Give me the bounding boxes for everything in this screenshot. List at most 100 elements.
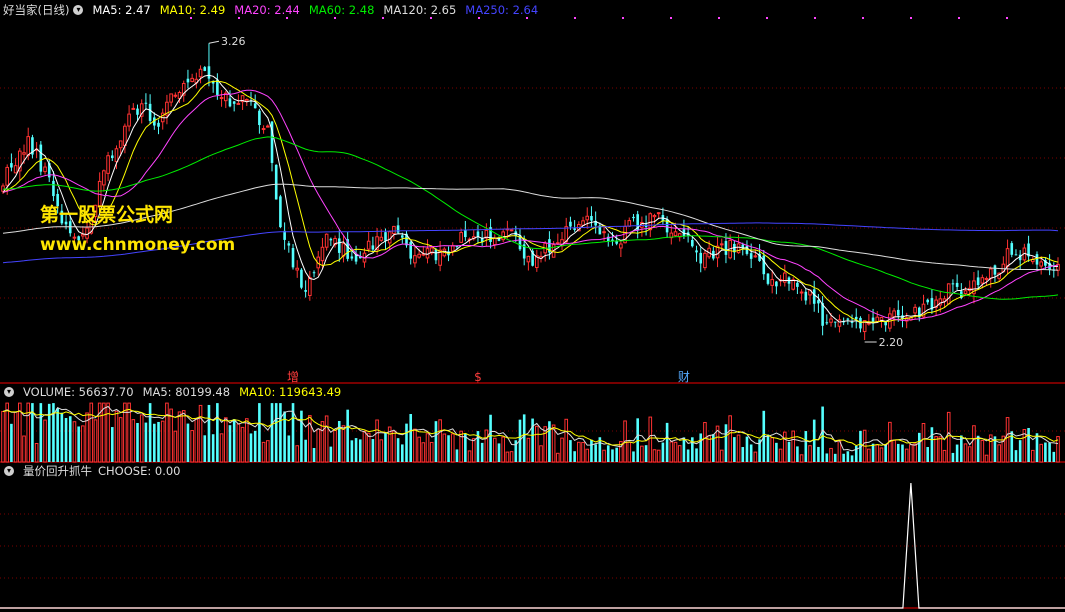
candle-up [387, 231, 392, 244]
volume-bar-up [946, 411, 951, 463]
volume-bar-up [392, 430, 396, 463]
volume-bar-down [569, 440, 572, 462]
candle-down [279, 196, 282, 228]
volume-bar-up [240, 426, 245, 463]
volume-bar-up [223, 417, 228, 463]
volume-bar-up [341, 425, 346, 463]
volume-bar-down [766, 434, 770, 462]
candle-down [691, 240, 694, 247]
volume-bar-up [577, 441, 581, 463]
candle-up [585, 215, 590, 221]
volume-bar-up [673, 441, 678, 463]
volume-bar-down [775, 442, 778, 462]
candle-down [951, 283, 955, 285]
volume-bar-down [724, 424, 728, 462]
volume-bar-up [753, 451, 758, 463]
volume-bar-up [429, 441, 434, 463]
candle-up [450, 245, 455, 252]
volume-bar-up [585, 448, 590, 463]
top-marker-dot [1006, 17, 1008, 19]
volume-bar-up [375, 419, 379, 463]
volume-bar-down [56, 408, 59, 462]
candle-down [287, 243, 291, 246]
candle-up [261, 128, 266, 131]
candle-up [13, 165, 18, 174]
volume-bar-up [972, 425, 976, 463]
candle-down [350, 256, 354, 259]
volume-bar-up [265, 440, 270, 463]
candle-up [43, 166, 47, 173]
volume-bar-down [405, 423, 408, 462]
volume-bar-up [652, 449, 657, 463]
candle-up [459, 232, 463, 243]
volume-bar-down [480, 442, 484, 462]
volume-bar-up [425, 433, 430, 463]
candle-up [123, 125, 127, 146]
volume-bar-down [817, 446, 820, 462]
candle-down [775, 281, 778, 287]
candle-down [157, 122, 160, 127]
candle-down [812, 289, 816, 304]
volume-bar-up [333, 430, 337, 463]
volume-bar-up [5, 402, 10, 463]
volume-bar-down [300, 410, 303, 462]
candle-up [413, 255, 417, 264]
candle-down [859, 317, 862, 329]
volume-bar-down [409, 414, 413, 462]
candle-down [400, 235, 404, 238]
volume-bar-up [139, 414, 144, 463]
candle-down [304, 290, 307, 292]
volume-bar-down [606, 445, 610, 462]
collapse-indicator-icon[interactable]: ▾ [4, 466, 14, 476]
candle-down [371, 245, 375, 250]
candle-down [39, 144, 43, 172]
volume-bar-up [909, 444, 913, 463]
candle-down [300, 269, 303, 288]
candle-up [673, 231, 678, 237]
volume-bar-up [799, 454, 804, 463]
volume-ma10-label: MA10: 119643.49 [239, 385, 342, 399]
candle-down [590, 215, 593, 221]
volume-bar-down [573, 451, 576, 462]
volume-bar-up [728, 415, 732, 463]
candle-up [627, 220, 632, 227]
top-marker-dot [670, 17, 672, 19]
volume-bar-up [543, 426, 548, 463]
volume-bar-up [320, 421, 325, 463]
volume-bar-down [917, 432, 921, 462]
candle-up [656, 212, 661, 215]
choose-label: CHOOSE: 0.00 [98, 464, 181, 478]
volume-bar-up [89, 402, 94, 463]
volume-bar-up [669, 441, 674, 463]
volume-bar-down [186, 423, 190, 462]
candle-down [110, 155, 114, 159]
volume-bar-up [1030, 449, 1035, 463]
candle-up [265, 125, 270, 128]
candle-up [619, 243, 623, 249]
volume-bar-up [81, 425, 85, 463]
volume-bar-down [371, 439, 375, 462]
candle-down [699, 252, 703, 264]
volume-bar-down [228, 425, 232, 462]
volume-bar-down [434, 421, 438, 462]
collapse-price-icon[interactable]: ▾ [73, 5, 84, 15]
collapse-volume-icon[interactable]: ▾ [4, 387, 14, 397]
volume-bar-up [442, 433, 447, 463]
volume-bar-up [93, 419, 98, 463]
volume-bar-up [169, 408, 173, 463]
ma60-label: MA60: 2.48 [308, 3, 375, 17]
candle-up [703, 252, 707, 269]
candle-down [329, 238, 333, 241]
candle-down [396, 225, 400, 233]
candle-down [796, 282, 799, 287]
volume-bar-up [921, 423, 926, 463]
volume-bar-up [539, 445, 543, 463]
volume-bar-down [258, 403, 261, 462]
volume-bar-up [770, 437, 774, 463]
volume-bar-down [77, 426, 80, 462]
high-label: 3.26 [221, 35, 246, 48]
volume-bar-up [173, 430, 178, 463]
volume-bar-up [471, 438, 476, 463]
volume-bar-down [951, 452, 955, 462]
candle-up [219, 97, 224, 100]
